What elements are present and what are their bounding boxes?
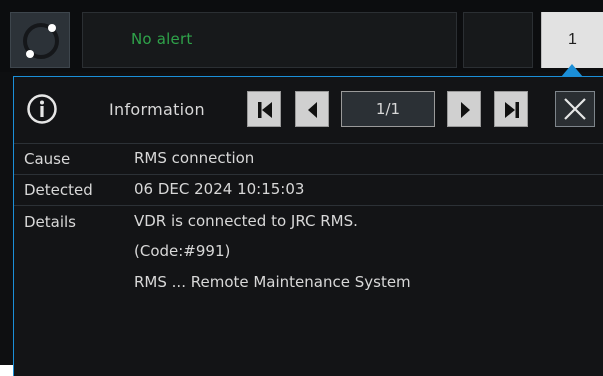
alert-window: No alert 1 Information 1/1 Cause RMS con…: [0, 0, 603, 376]
alert-message-box[interactable]: No alert: [82, 12, 457, 68]
alert-message-text: No alert: [131, 30, 193, 48]
details-label: Details: [24, 213, 77, 231]
next-page-button[interactable]: [447, 91, 481, 127]
detected-value: 06 DEC 2024 10:15:03: [134, 180, 305, 198]
panel-title: Information: [109, 100, 205, 119]
prev-page-button[interactable]: [295, 91, 329, 127]
details-line: RMS ... Remote Maintenance System: [134, 273, 411, 291]
cause-label: Cause: [24, 150, 71, 168]
prev-page-icon: [308, 102, 317, 118]
next-page-icon: [461, 102, 470, 118]
details-line: (Code:#991): [134, 242, 231, 260]
last-page-button[interactable]: [494, 91, 528, 127]
row-divider: [14, 143, 603, 144]
last-page-icon: [505, 102, 519, 118]
details-line: VDR is connected to JRC RMS.: [134, 212, 358, 230]
row-divider: [14, 205, 603, 206]
ring-status-icon: [23, 23, 59, 59]
page-indicator: 1/1: [341, 91, 435, 127]
alert-count-tab[interactable]: 1: [541, 12, 603, 68]
first-page-icon: [258, 102, 272, 118]
panel-header: Information 1/1: [14, 77, 603, 143]
info-icon: [27, 94, 57, 124]
information-panel: Information 1/1 Cause RMS connection Det…: [13, 76, 603, 376]
detected-label: Detected: [24, 181, 93, 199]
alert-empty-slot: [463, 12, 533, 68]
status-button[interactable]: [10, 12, 70, 68]
first-page-button[interactable]: [247, 91, 281, 127]
close-button[interactable]: [555, 91, 595, 127]
close-icon: [564, 98, 586, 120]
cause-value: RMS connection: [134, 149, 255, 167]
alert-bar: No alert 1: [0, 0, 603, 72]
row-divider: [14, 174, 603, 175]
